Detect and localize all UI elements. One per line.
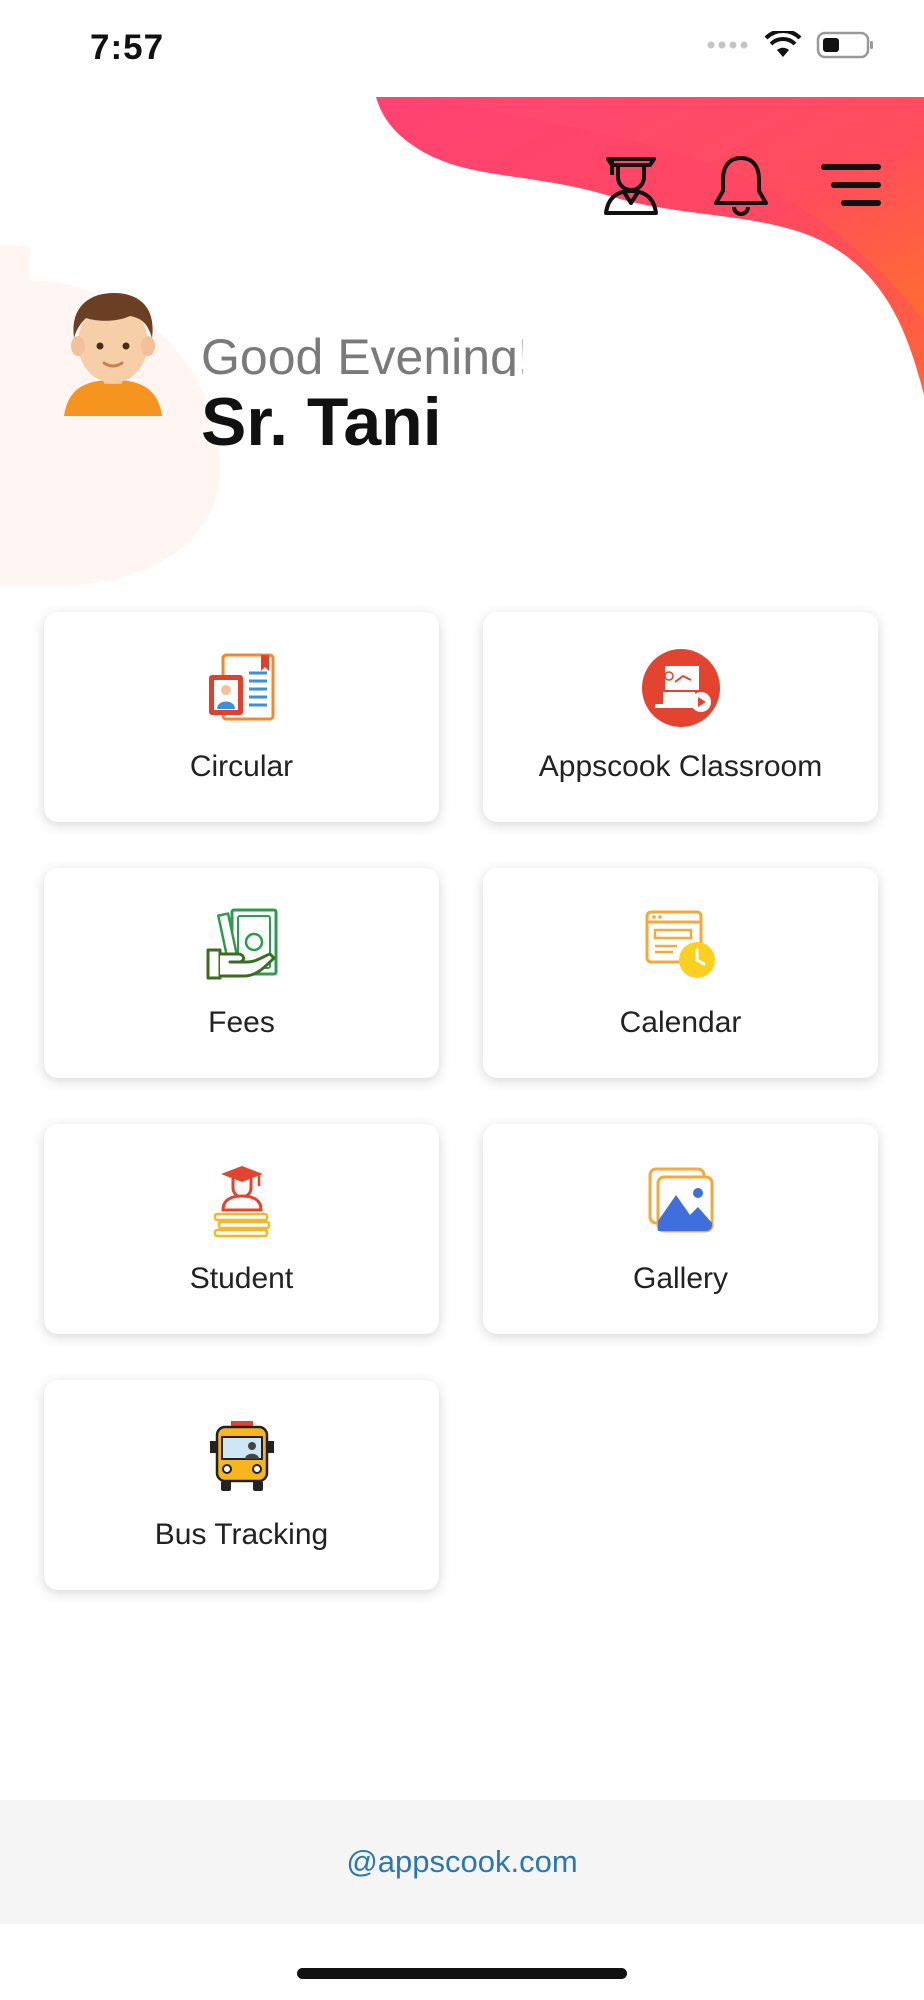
tile-calendar[interactable]: Calendar [483, 868, 878, 1078]
footer-link[interactable]: @appscook.com [346, 1844, 577, 1880]
tile-label: Fees [208, 1006, 275, 1039]
tile-student[interactable]: Student [44, 1124, 439, 1334]
signal-icon [707, 41, 748, 49]
user-name: Sr. Tani [201, 384, 439, 460]
fees-icon [200, 902, 284, 986]
greeting-text: Good Evening! [201, 329, 523, 376]
classroom-icon [639, 646, 723, 730]
tile-label: Bus Tracking [154, 1518, 329, 1551]
tile-label: Gallery [632, 1262, 729, 1295]
footer: @appscook.com [0, 1800, 924, 1924]
tile-bus-tracking[interactable]: Bus Tracking [44, 1380, 439, 1590]
home-indicator[interactable] [297, 1968, 627, 1979]
tile-circular[interactable]: Circular [44, 612, 439, 822]
status-time: 7:57 [90, 28, 165, 67]
bell-icon[interactable] [708, 152, 774, 218]
wifi-icon [764, 31, 802, 57]
student-icon [200, 1158, 284, 1242]
battery-icon [816, 31, 873, 59]
status-bar: 7:57 [0, 0, 924, 96]
tile-label: Student [189, 1262, 294, 1295]
tile-label: Circular [189, 750, 294, 783]
menu-icon[interactable] [818, 152, 884, 218]
tile-appscook-classroom[interactable]: Appscook Classroom [483, 612, 878, 822]
tile-label: Calendar [619, 1006, 742, 1039]
graduate-icon[interactable] [598, 152, 664, 218]
menu-grid: Circular Appscook Classroom Fees Calenda… [44, 612, 880, 1590]
avatar [64, 293, 162, 416]
status-icons [706, 30, 876, 60]
tile-gallery[interactable]: Gallery [483, 1124, 878, 1334]
bus-icon [200, 1414, 284, 1498]
tile-fees[interactable]: Fees [44, 868, 439, 1078]
gallery-icon [639, 1158, 723, 1242]
header-actions [598, 152, 884, 218]
tile-label: Appscook Classroom [538, 750, 823, 783]
calendar-icon [639, 902, 723, 986]
circular-icon [200, 646, 284, 730]
